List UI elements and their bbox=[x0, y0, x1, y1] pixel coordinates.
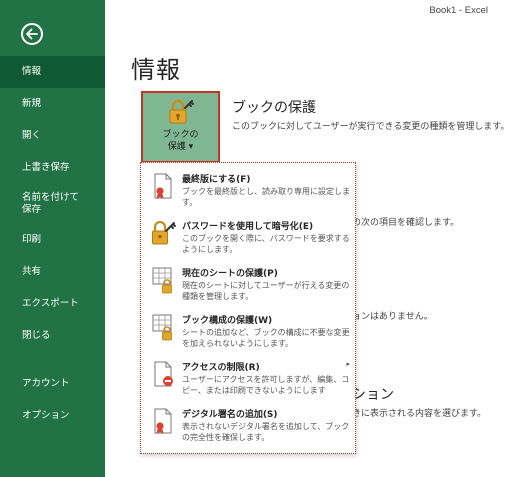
backstage-nav: 情報 新規 開く 上書き保存 名前を付けて 保存 印刷 共有 エクスポート 閉じ… bbox=[0, 56, 105, 432]
protect-button-label-line1: ブックの bbox=[162, 130, 199, 140]
nav-item-print[interactable]: 印刷 bbox=[0, 224, 105, 256]
lock-key-icon bbox=[151, 219, 177, 249]
inspect-description-fragment: の次の項目を確認します。 bbox=[352, 218, 460, 228]
protect-button-label-line2: 保護 ▾ bbox=[167, 142, 194, 152]
menu-item-title: 現在のシートの保護(P) bbox=[182, 269, 278, 279]
nav-item-save-as-line1: 名前を付けて bbox=[22, 192, 80, 203]
nav-item-save-as[interactable]: 名前を付けて 保存 bbox=[0, 184, 105, 224]
menu-item-description: このブックを開く際に、パスワードを要求するようにします。 bbox=[182, 234, 350, 254]
menu-item-title: デジタル署名の追加(S) bbox=[182, 410, 278, 420]
browser-options-heading-fragment: ション bbox=[352, 387, 394, 403]
backstage-sidebar: 情報 新規 開く 上書き保存 名前を付けて 保存 印刷 共有 エクスポート 閉じ… bbox=[0, 0, 105, 477]
nav-item-save-as-line2: 保存 bbox=[22, 204, 42, 215]
menu-item-encrypt-password[interactable]: パスワードを使用して暗号化(E) このブックを開く際に、パスワードを要求するよう… bbox=[141, 214, 355, 260]
window-title: Book1 - Excel bbox=[429, 5, 488, 16]
back-arrow-icon bbox=[26, 28, 38, 40]
nav-item-close[interactable]: 閉じる bbox=[0, 320, 105, 352]
final-doc-icon bbox=[151, 172, 177, 202]
sheet-lock-icon bbox=[151, 266, 177, 296]
menu-item-description: 現在のシートに対してユーザーが行える変更の種類を管理します。 bbox=[182, 281, 350, 301]
sidebar-header bbox=[0, 0, 105, 56]
menu-item-protect-sheet[interactable]: 現在のシートの保護(P) 現在のシートに対してユーザーが行える変更の種類を管理し… bbox=[141, 261, 355, 307]
menu-item-mark-as-final[interactable]: 最終版にする(F) ブックを最終版とし、読み取り専用に設定します。 bbox=[141, 167, 355, 213]
nav-item-open[interactable]: 開く bbox=[0, 120, 105, 152]
menu-item-restrict-access[interactable]: アクセスの制限(R) ▸ ユーザーにアクセスを許可しますが、編集、コピー、または… bbox=[141, 355, 355, 401]
menu-item-title: ブック構成の保護(W) bbox=[182, 316, 273, 326]
menu-item-title: 最終版にする(F) bbox=[182, 175, 251, 185]
back-button[interactable] bbox=[21, 23, 43, 45]
protect-section-heading: ブックの保護 bbox=[232, 100, 316, 116]
nav-item-save[interactable]: 上書き保存 bbox=[0, 152, 105, 184]
nav-item-share[interactable]: 共有 bbox=[0, 256, 105, 288]
menu-item-description: 表示されないデジタル署名を追加して、ブックの完全性を確保します。 bbox=[182, 422, 350, 442]
restrict-access-icon bbox=[151, 360, 177, 390]
nav-item-export[interactable]: エクスポート bbox=[0, 288, 105, 320]
protect-section-description: このブックに対してユーザーが実行できる変更の種類を管理します。 bbox=[232, 122, 510, 132]
page-title: 情報 bbox=[131, 56, 181, 84]
menu-item-protect-workbook-structure[interactable]: ブック構成の保護(W) シートの追加など、ブックの構成に不要な変更を加えられない… bbox=[141, 308, 355, 354]
menu-item-title: パスワードを使用して暗号化(E) bbox=[182, 222, 314, 232]
menu-item-description: シートの追加など、ブックの構成に不要な変更を加えられないようにします。 bbox=[182, 328, 350, 348]
menu-item-description: ブックを最終版とし、読み取り専用に設定します。 bbox=[182, 187, 350, 207]
versions-description-fragment: ョンはありません。 bbox=[352, 312, 433, 322]
submenu-arrow-icon: ▸ bbox=[346, 360, 350, 368]
browser-options-description-fragment: きに表示される内容を選びます。 bbox=[352, 409, 487, 419]
protect-workbook-menu: 最終版にする(F) ブックを最終版とし、読み取り専用に設定します。 パスワードを… bbox=[140, 162, 356, 454]
menu-item-add-digital-signature[interactable]: デジタル署名の追加(S) 表示されないデジタル署名を追加して、ブックの完全性を確… bbox=[141, 402, 355, 448]
nav-spacer bbox=[0, 352, 105, 368]
menu-item-description: ユーザーにアクセスを許可しますが、編集、コピー、または印刷できないようにします bbox=[182, 375, 350, 395]
menu-item-title: アクセスの制限(R) bbox=[182, 363, 260, 373]
digital-signature-icon bbox=[151, 407, 177, 437]
lock-key-icon bbox=[167, 98, 197, 128]
protect-workbook-button[interactable]: ブックの 保護 ▾ bbox=[141, 91, 220, 163]
nav-item-options[interactable]: オプション bbox=[0, 400, 105, 432]
workbook-lock-icon bbox=[151, 313, 177, 343]
nav-item-info[interactable]: 情報 bbox=[0, 56, 105, 88]
nav-item-account[interactable]: アカウント bbox=[0, 368, 105, 400]
nav-item-new[interactable]: 新規 bbox=[0, 88, 105, 120]
